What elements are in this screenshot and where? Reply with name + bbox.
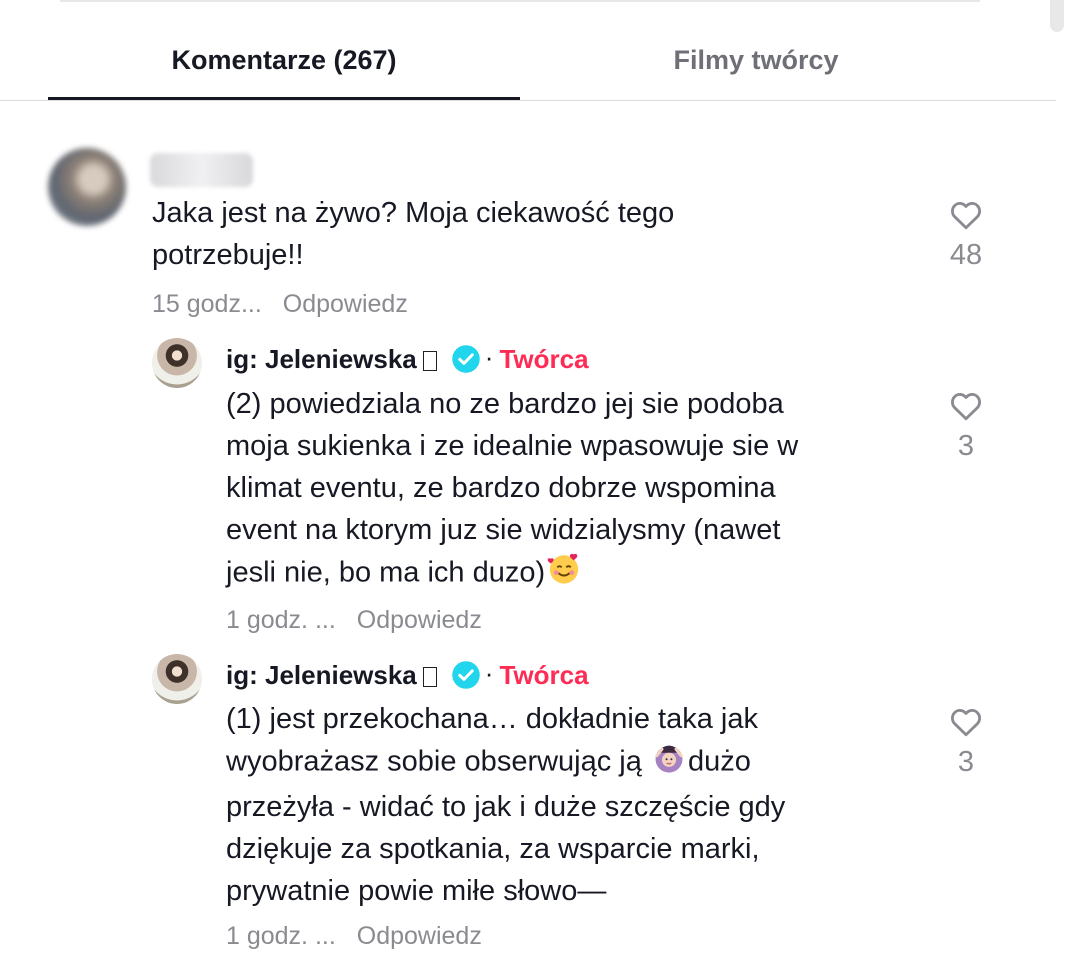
reply-button[interactable]: Odpowiedz	[357, 606, 482, 634]
avatar[interactable]	[152, 654, 202, 704]
reply-meta: 1 godz. ... Odpowiedz	[226, 922, 482, 951]
comment-time: 15 godz...	[152, 290, 262, 318]
reply-text: (2) powiedziala no ze bardzo jej sie pod…	[226, 383, 926, 597]
reply-button[interactable]: Odpowiedz	[283, 290, 408, 318]
tabs-bar: Komentarze (267) Filmy twórcy	[0, 20, 1072, 102]
heart-icon	[951, 708, 981, 737]
avatar[interactable]	[152, 338, 202, 388]
reply-text: (1) jest przekochana… dokładnie taka jak…	[226, 698, 926, 912]
missing-glyph-icon	[422, 351, 437, 371]
comment-meta: 15 godz... Odpowiedz	[152, 290, 408, 319]
reply-text-line: (1) jest przekochana… dokładnie taka jak	[226, 703, 758, 735]
comment-text: Jaka jest na żywo? Moja ciekawość tego p…	[152, 197, 675, 271]
like-count: 3	[957, 746, 975, 778]
reply-text-body: przeżyła - widać to jak i duże szczęście…	[226, 791, 786, 907]
like-count: 48	[949, 239, 983, 271]
reply-header: ig: Jeleniewska · Twórca	[226, 341, 589, 377]
creator-badge: Twórca	[499, 659, 589, 690]
reply-text-segment: dużo	[687, 745, 751, 778]
tab-comments[interactable]: Komentarze (267)	[48, 20, 520, 100]
missing-glyph-icon	[422, 667, 437, 687]
creator-badge: Twórca	[499, 343, 589, 374]
reply-username[interactable]: ig: Jeleniewska	[226, 344, 417, 375]
reply-time: 1 godz. ...	[226, 606, 336, 634]
separator-dot: ·	[484, 341, 494, 372]
like-button[interactable]: 3	[938, 388, 994, 463]
reply-header: ig: Jeleniewska · Twórca	[226, 657, 589, 693]
reply-text-segment: wyobrażasz sobie obserwując ją	[226, 745, 650, 778]
verified-icon	[452, 661, 480, 689]
username-blurred[interactable]	[150, 153, 253, 187]
like-count: 3	[957, 430, 975, 462]
verified-icon	[452, 345, 480, 373]
heart-icon	[951, 392, 981, 421]
reply-username[interactable]: ig: Jeleniewska	[226, 660, 417, 691]
avatar[interactable]	[48, 148, 126, 226]
reply-text-body: (2) powiedziala no ze bardzo jej sie pod…	[226, 388, 799, 589]
reply-button[interactable]: Odpowiedz	[357, 922, 482, 950]
reply-time: 1 godz. ...	[226, 922, 336, 950]
top-divider-line	[60, 0, 980, 2]
reply-meta: 1 godz. ... Odpowiedz	[226, 606, 482, 635]
separator-dot: ·	[484, 657, 494, 688]
person-gesturing-ok-icon	[652, 740, 686, 786]
tab-creator-films[interactable]: Filmy twórcy	[520, 20, 992, 100]
heart-icon	[951, 201, 981, 230]
like-button[interactable]: 3	[938, 704, 994, 779]
like-button[interactable]: 48	[938, 197, 994, 272]
tabs-divider	[0, 100, 1056, 101]
smiling-face-with-hearts-icon	[547, 551, 581, 597]
